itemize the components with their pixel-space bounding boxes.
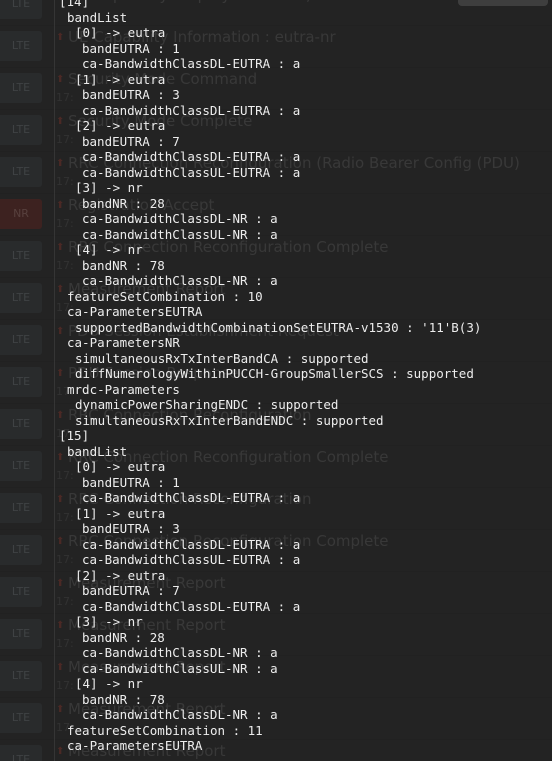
tree-line: ca-BandwidthClassUL-NR : a bbox=[82, 226, 278, 242]
tree-line: simultaneousRxTxInterBandENDC : supporte… bbox=[75, 412, 384, 428]
tree-line: bandList bbox=[67, 443, 128, 459]
tree-line: bandEUTRA : 3 bbox=[82, 521, 180, 536]
tree-line: [14] bbox=[59, 0, 90, 9]
tree-line: [0] -> eutra bbox=[75, 459, 166, 474]
tree-line: featureSetCombination : 10 bbox=[67, 288, 263, 304]
tree-line: [3] -> nr bbox=[75, 180, 143, 195]
tree-line: ca-BandwidthClassUL-EUTRA : a bbox=[82, 552, 301, 567]
tree-line: bandEUTRA : 3 bbox=[82, 87, 180, 102]
tree-line: ca-ParametersEUTRA bbox=[67, 738, 203, 753]
tree-line: ca-BandwidthClassUL-EUTRA : a bbox=[82, 164, 301, 180]
tree-line: [1] -> eutra bbox=[75, 71, 166, 87]
tree-line: ca-ParametersNR bbox=[67, 335, 180, 350]
app-root: LTEUE Capability Enquiry : eutra-nr,nrLT… bbox=[0, 0, 552, 761]
tree-line: featureSetCombination : 11 bbox=[67, 722, 263, 738]
tree-line: [2] -> eutra bbox=[75, 567, 166, 583]
tree-line: bandNR : 28 bbox=[82, 195, 165, 211]
tree-line: [4] -> nr bbox=[75, 242, 143, 257]
tree-line: ca-ParametersEUTRA bbox=[67, 304, 203, 319]
tree-line: bandList bbox=[67, 9, 128, 25]
tree-line: [2] -> eutra bbox=[75, 118, 166, 133]
tree-line: ca-BandwidthClassDL-EUTRA : a bbox=[82, 102, 301, 118]
decoded-tree: [14] bandList [0] -> eutra bandEUTRA : 1 ca-… bbox=[59, 0, 481, 754]
tree-line: [1] -> eutra bbox=[75, 505, 166, 521]
tree-line: bandEUTRA : 1 bbox=[82, 474, 180, 490]
decoded-message-overlay: [14] bandList [0] -> eutra bandEUTRA : 1 ca-… bbox=[0, 0, 552, 761]
tree-line: bandEUTRA : 7 bbox=[82, 583, 180, 598]
tree-line: ca-BandwidthClassUL-NR : a bbox=[82, 660, 278, 676]
tree-line: supportedBandwidthCombinationSetEUTRA-v1… bbox=[75, 319, 482, 335]
panel-divider bbox=[54, 0, 55, 761]
tree-line: dynamicPowerSharingENDC : supported bbox=[75, 397, 339, 412]
tree-line: [15] bbox=[59, 428, 90, 443]
tree-line: bandEUTRA : 7 bbox=[82, 133, 180, 149]
tree-line: ca-BandwidthClassDL-NR : a bbox=[82, 211, 278, 226]
tree-line: bandEUTRA : 1 bbox=[82, 40, 180, 56]
tree-line: bandNR : 78 bbox=[82, 257, 165, 273]
tree-line: ca-BandwidthClassDL-EUTRA : a bbox=[82, 598, 301, 614]
tree-line: mrdc-Parameters bbox=[67, 381, 180, 397]
tree-line: ca-BandwidthClassDL-EUTRA : a bbox=[82, 149, 301, 164]
tree-line: bandNR : 28 bbox=[82, 629, 165, 645]
tree-line: simultaneousRxTxInterBandCA : supported bbox=[75, 350, 369, 366]
tree-line: diffNumerologyWithinPUCCH-GroupSmallerSC… bbox=[75, 366, 474, 381]
tree-line: [0] -> eutra bbox=[75, 25, 166, 40]
tree-line: [4] -> nr bbox=[75, 676, 143, 691]
tree-line: ca-BandwidthClassDL-NR : a bbox=[82, 645, 278, 660]
tree-line: bandNR : 78 bbox=[82, 691, 165, 707]
tree-line: [3] -> nr bbox=[75, 614, 143, 629]
tree-line: ca-BandwidthClassDL-EUTRA : a bbox=[82, 536, 301, 552]
tree-line: ca-BandwidthClassDL-EUTRA : a bbox=[82, 56, 301, 71]
tree-line: ca-BandwidthClassDL-NR : a bbox=[82, 273, 278, 288]
tree-line: ca-BandwidthClassDL-EUTRA : a bbox=[82, 490, 301, 505]
tree-line: ca-BandwidthClassDL-NR : a bbox=[82, 707, 278, 722]
